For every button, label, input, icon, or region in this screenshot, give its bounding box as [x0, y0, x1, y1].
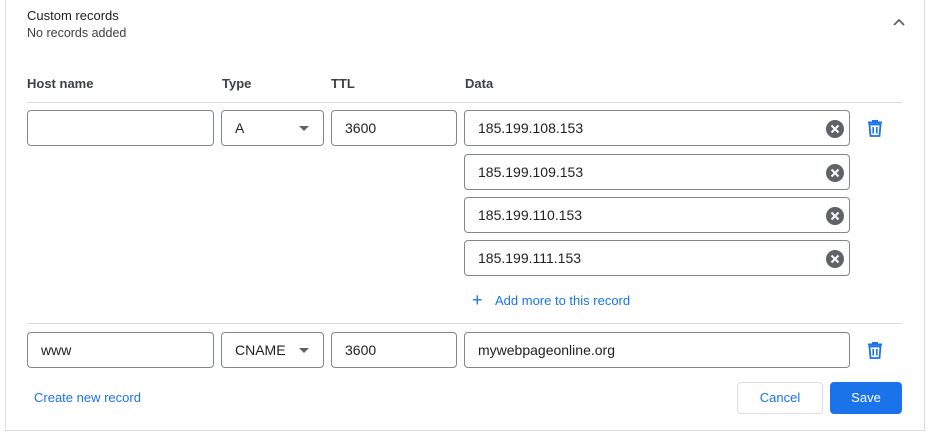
type-select[interactable]: CNAME: [221, 332, 324, 368]
save-button[interactable]: Save: [830, 382, 902, 414]
delete-icon[interactable]: [865, 340, 885, 360]
data-input[interactable]: 185.199.109.153: [464, 154, 850, 190]
data-input-value: 185.199.108.153: [478, 120, 584, 136]
header-divider: [27, 102, 902, 103]
host-name-input[interactable]: www: [27, 332, 214, 368]
ttl-input[interactable]: 3600: [331, 110, 457, 146]
section-title: Custom records: [27, 8, 119, 23]
host-name-input[interactable]: [27, 110, 214, 146]
add-more-to-record-link[interactable]: Add more to this record: [495, 293, 630, 308]
data-input[interactable]: 185.199.111.153: [464, 240, 850, 276]
clear-icon[interactable]: [825, 163, 845, 183]
add-icon[interactable]: +: [472, 291, 483, 309]
data-input[interactable]: 185.199.108.153: [464, 110, 850, 146]
ttl-input[interactable]: 3600: [331, 332, 457, 368]
column-header-host-name: Host name: [27, 76, 94, 91]
cancel-button[interactable]: Cancel: [737, 382, 823, 414]
delete-icon[interactable]: [865, 118, 885, 138]
clear-icon[interactable]: [825, 249, 845, 269]
data-input-value: 185.199.110.153: [478, 207, 583, 223]
data-input-value: 185.199.111.153: [478, 250, 582, 266]
clear-icon[interactable]: [825, 206, 845, 226]
dropdown-caret-icon: [299, 126, 309, 131]
dropdown-caret-icon: [299, 348, 309, 353]
clear-icon[interactable]: [825, 119, 845, 139]
type-select[interactable]: A: [221, 110, 324, 146]
section-subtitle: No records added: [27, 26, 127, 40]
type-select-value: A: [235, 120, 245, 136]
type-select-value: CNAME: [235, 342, 286, 358]
column-header-ttl: TTL: [331, 76, 355, 91]
column-header-data: Data: [465, 76, 494, 91]
create-new-record-link[interactable]: Create new record: [34, 390, 141, 405]
data-input[interactable]: mywebpageonline.org: [464, 332, 850, 368]
column-header-type: Type: [222, 76, 252, 91]
chevron-up-icon[interactable]: [889, 12, 909, 32]
data-input-value: 185.199.109.153: [478, 164, 584, 180]
data-input[interactable]: 185.199.110.153: [464, 197, 850, 233]
record-divider: [27, 323, 902, 324]
